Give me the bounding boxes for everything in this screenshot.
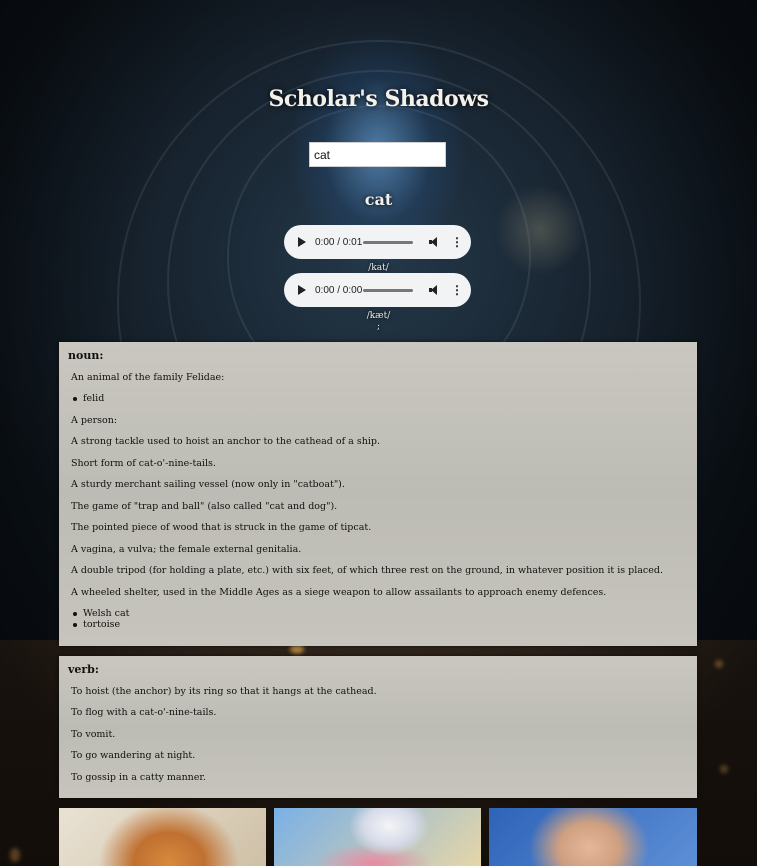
candle-glow — [715, 660, 723, 668]
audio-player[interactable]: 0:00 / 0:00 ⋮ — [284, 273, 471, 307]
cat-image[interactable] — [59, 808, 266, 866]
definition: To go wandering at night. — [71, 750, 196, 761]
meaning-card-noun: noun: An animal of the family Felidae: f… — [59, 342, 697, 646]
definition: A wheeled shelter, used in the Middle Ag… — [71, 587, 607, 598]
definition: To vomit. — [71, 729, 116, 740]
phonetic-separator: ; — [376, 322, 381, 332]
play-icon[interactable] — [298, 237, 306, 247]
definition: A strong tackle used to hoist an anchor … — [71, 436, 380, 447]
definition: A sturdy merchant sailing vessel (now on… — [71, 479, 345, 490]
audio-time: 0:00 / 0:01 — [315, 236, 363, 248]
candle-glow — [10, 848, 20, 862]
play-icon[interactable] — [298, 285, 306, 295]
definition: A person: — [71, 415, 118, 426]
part-of-speech: noun: — [68, 349, 104, 362]
definition: To hoist (the anchor) by its ring so tha… — [71, 686, 377, 697]
definition: To gossip in a catty manner. — [71, 772, 206, 783]
part-of-speech: verb: — [68, 663, 99, 676]
phonetic-text: /kæt/ — [366, 311, 391, 321]
definition: A double tripod (for holding a plate, et… — [71, 565, 663, 576]
definition: The pointed piece of wood that is struck… — [71, 522, 372, 533]
audio-seek-bar[interactable] — [363, 240, 413, 244]
search-input[interactable] — [309, 142, 446, 167]
meaning-card-verb: verb: To hoist (the anchor) by its ring … — [59, 656, 697, 798]
volume-icon[interactable] — [429, 237, 441, 247]
entry-word: cat — [364, 190, 393, 209]
related-item: Welsh cat — [72, 608, 130, 619]
audio-seek-bar[interactable] — [363, 288, 413, 292]
candle-glow — [720, 765, 728, 773]
definition: To flog with a cat-o'-nine-tails. — [71, 707, 217, 718]
more-vert-icon[interactable]: ⋮ — [451, 284, 463, 296]
cat-image[interactable] — [274, 808, 481, 866]
definition: A vagina, a vulva; the female external g… — [71, 544, 302, 555]
synonym-item: felid — [72, 393, 105, 404]
audio-player[interactable]: 0:00 / 0:01 ⋮ — [284, 225, 471, 259]
volume-icon[interactable] — [429, 285, 441, 295]
more-vert-icon[interactable]: ⋮ — [451, 236, 463, 248]
cat-image[interactable] — [489, 808, 697, 866]
definition: An animal of the family Felidae: — [71, 372, 225, 383]
definition: Short form of cat-o'-nine-tails. — [71, 458, 216, 469]
definition: The game of "trap and ball" (also called… — [71, 501, 338, 512]
phonetic-text: /kat/ — [368, 263, 389, 273]
related-item: tortoise — [72, 619, 121, 630]
page-title: Scholar's Shadows — [268, 86, 489, 112]
audio-time: 0:00 / 0:00 — [315, 284, 363, 296]
